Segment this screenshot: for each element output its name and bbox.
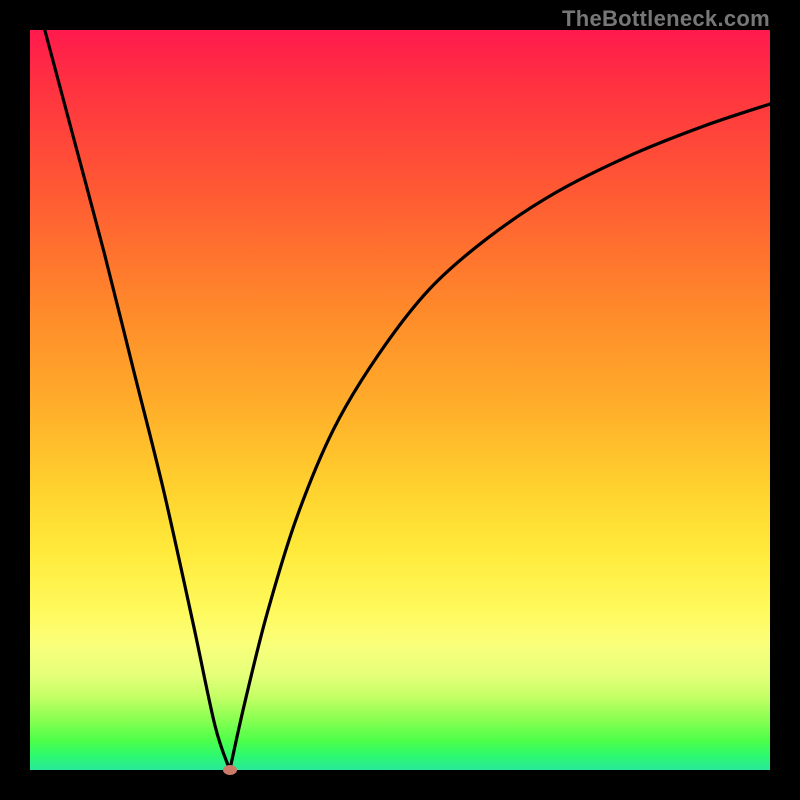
plot-area <box>30 30 770 770</box>
bottleneck-curve <box>30 30 770 770</box>
curve-path <box>45 30 770 777</box>
chart-frame: TheBottleneck.com <box>0 0 800 800</box>
minimum-marker <box>223 765 237 775</box>
watermark-text: TheBottleneck.com <box>562 6 770 32</box>
